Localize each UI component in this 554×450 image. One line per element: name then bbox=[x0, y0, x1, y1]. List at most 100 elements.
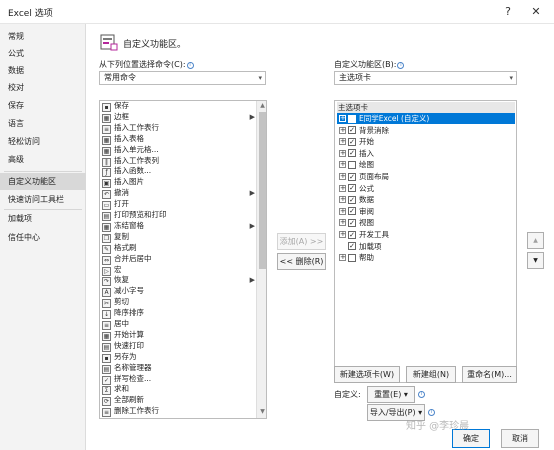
remove-button[interactable]: << 删除(R) bbox=[277, 253, 326, 270]
ribbon-tab-item[interactable]: + ✓ 背景消除 bbox=[337, 125, 515, 136]
new-tab-button[interactable]: 新建选项卡(W) bbox=[334, 366, 400, 383]
expand-icon[interactable]: + bbox=[339, 149, 346, 157]
move-down-button[interactable]: ▼ bbox=[527, 252, 544, 269]
tab-checkbox[interactable]: ✓ bbox=[348, 149, 356, 158]
nav-item-proofing[interactable]: 校对 bbox=[0, 79, 86, 96]
ribbon-tab-item[interactable]: + ✓ 审阅 bbox=[337, 206, 515, 217]
tab-checkbox[interactable] bbox=[348, 160, 356, 169]
rename-button[interactable]: 重命名(M)... bbox=[462, 366, 517, 383]
ribbon-tab-item[interactable]: + ✓ 页面布局 bbox=[337, 171, 515, 182]
tab-checkbox[interactable]: ✓ bbox=[348, 207, 356, 216]
ribbon-tabs-dropdown[interactable]: 主选项卡 ▾ bbox=[334, 71, 517, 85]
ribbon-tree[interactable]: 主选项卡 + E同学Excel (自定义) + ✓ 背景消除 + ✓ 开始 + ✓ 插入 + 绘图 + ✓ 页… bbox=[334, 100, 517, 383]
nav-item-language[interactable]: 语言 bbox=[0, 115, 86, 132]
expand-icon[interactable]: + bbox=[339, 254, 346, 262]
command-item[interactable]: ▦ 插入单元格... bbox=[102, 145, 255, 156]
command-item[interactable]: ▤ 名称管理器 bbox=[102, 363, 255, 374]
help-icon[interactable]: ? bbox=[498, 2, 518, 22]
nav-item-add-ins[interactable]: 加载项 bbox=[0, 210, 86, 227]
nav-item-trust-center[interactable]: 信任中心 bbox=[0, 229, 86, 246]
scroll-down-icon[interactable]: ▼ bbox=[257, 408, 266, 415]
nav-item-general[interactable]: 常规 bbox=[0, 28, 86, 45]
commands-scrollbar[interactable]: ▲ ▼ bbox=[256, 101, 266, 418]
move-up-button[interactable]: ▲ bbox=[527, 232, 544, 249]
nav-item-accessibility[interactable]: 轻松访问 bbox=[0, 133, 86, 150]
command-item[interactable]: Σ 求和 bbox=[102, 384, 255, 396]
expand-icon[interactable]: + bbox=[339, 126, 346, 134]
command-item[interactable]: ▦ 开始计算 bbox=[102, 330, 255, 341]
command-item[interactable]: ▪ 保存 bbox=[102, 101, 255, 112]
command-item[interactable]: ▦ 冻结窗格 ▶ bbox=[102, 221, 255, 232]
ribbon-tab-item[interactable]: + 帮助 bbox=[337, 252, 515, 263]
scroll-up-icon[interactable]: ▲ bbox=[257, 102, 266, 109]
ribbon-tab-item[interactable]: + ✓ 视图 bbox=[337, 217, 515, 228]
command-item[interactable]: ▤ 快速打印 bbox=[102, 341, 255, 352]
ribbon-tab-item[interactable]: + 绘图 bbox=[337, 159, 515, 170]
command-item[interactable]: ⇔ 合并后居中 bbox=[102, 254, 255, 265]
command-item[interactable]: ✂ 剪切 bbox=[102, 297, 255, 309]
ribbon-tab-item[interactable]: + ✓ 插入 bbox=[337, 148, 515, 159]
close-icon[interactable]: ✕ bbox=[526, 2, 546, 22]
command-item[interactable]: ▷ 宏 bbox=[102, 265, 255, 276]
expand-icon[interactable]: + bbox=[339, 219, 346, 227]
ribbon-tab-item[interactable]: + ✓ 公式 bbox=[337, 183, 515, 194]
expand-icon[interactable]: + bbox=[339, 161, 346, 169]
nav-item-formulas[interactable]: 公式 bbox=[0, 45, 86, 62]
commands-list[interactable]: ▪ 保存 ▦ 边框 ▶ ≡ 插入工作表行 ▦ 插入表格 ▦ 插入单元格... ‖ 插入工作表列 ƒ 插入函数… bbox=[99, 100, 267, 419]
ribbon-tab-item[interactable]: + ✓ 数据 bbox=[337, 194, 515, 205]
ribbon-tab-item[interactable]: ✓ 加载项 bbox=[337, 241, 515, 252]
command-item[interactable]: ✎ 格式刷 bbox=[102, 243, 255, 254]
command-item[interactable]: ↶ 撤消 ▶ bbox=[102, 188, 255, 200]
nav-item-quick-access-toolbar[interactable]: 快速访问工具栏 bbox=[0, 191, 86, 208]
add-button[interactable]: 添加(A) >> bbox=[277, 233, 326, 250]
tab-checkbox[interactable]: ✓ bbox=[348, 218, 356, 227]
reset-button[interactable]: 重置(E) ▾ bbox=[367, 386, 415, 403]
tab-checkbox[interactable] bbox=[348, 114, 356, 123]
expand-icon[interactable]: + bbox=[339, 184, 346, 192]
tab-checkbox[interactable]: ✓ bbox=[348, 184, 356, 193]
command-item[interactable]: ≡ 删除工作表行 bbox=[102, 406, 255, 418]
nav-item-customize-ribbon[interactable]: 自定义功能区 bbox=[0, 173, 86, 190]
new-group-button[interactable]: 新建组(N) bbox=[406, 366, 456, 383]
tab-checkbox[interactable]: ✓ bbox=[348, 126, 356, 135]
expand-icon[interactable]: + bbox=[339, 115, 346, 122]
tab-checkbox[interactable]: ✓ bbox=[348, 172, 356, 181]
scrollbar-thumb[interactable] bbox=[259, 112, 266, 269]
command-item[interactable]: ≡ 插入工作表行 bbox=[102, 123, 255, 134]
tab-checkbox[interactable] bbox=[348, 253, 356, 262]
command-item[interactable]: ▤ 打印预览和打印 bbox=[102, 210, 255, 221]
nav-item-advanced[interactable]: 高级 bbox=[0, 151, 86, 168]
command-item[interactable]: ↓ 降序排序 bbox=[102, 308, 255, 320]
expand-icon[interactable]: + bbox=[339, 231, 346, 238]
open-icon: ▭ bbox=[102, 201, 111, 211]
choose-commands-dropdown[interactable]: 常用命令 ▾ bbox=[99, 71, 266, 85]
expand-icon[interactable]: + bbox=[339, 196, 346, 204]
cancel-button[interactable]: 取消 bbox=[501, 429, 539, 448]
tab-checkbox[interactable]: ✓ bbox=[348, 195, 356, 204]
command-item[interactable]: ▭ 打开 bbox=[102, 199, 255, 211]
command-item[interactable]: ‖ 插入工作表列 bbox=[102, 156, 255, 167]
tab-checkbox[interactable]: ✓ bbox=[348, 242, 356, 251]
ribbon-tab-item[interactable]: + E同学Excel (自定义) bbox=[337, 113, 515, 125]
command-item[interactable]: ✓ 拼写检查... bbox=[102, 374, 255, 385]
nav-item-save[interactable]: 保存 bbox=[0, 97, 86, 114]
tab-checkbox[interactable]: ✓ bbox=[348, 230, 356, 239]
expand-icon[interactable]: + bbox=[339, 207, 346, 215]
command-item[interactable]: ▣ 插入图片 bbox=[102, 177, 255, 189]
expand-icon[interactable]: + bbox=[339, 138, 346, 146]
command-item[interactable]: ❐ 复制 bbox=[102, 232, 255, 243]
command-item[interactable]: ƒ 插入函数... bbox=[102, 166, 255, 178]
command-item[interactable]: ▦ 边框 ▶ bbox=[102, 112, 255, 123]
command-item[interactable]: ▦ 插入表格 bbox=[102, 134, 255, 145]
tab-checkbox[interactable]: ✓ bbox=[348, 137, 356, 146]
command-item[interactable]: ⟳ 全部刷新 bbox=[102, 395, 255, 407]
command-item[interactable]: ≡ 居中 bbox=[102, 319, 255, 330]
command-item[interactable]: A 减小字号 bbox=[102, 286, 255, 298]
command-item[interactable]: ↷ 恢复 ▶ bbox=[102, 275, 255, 287]
expand-icon[interactable]: + bbox=[339, 173, 346, 180]
command-item[interactable]: ▪ 另存为 bbox=[102, 352, 255, 363]
ribbon-tab-item[interactable]: + ✓ 开始 bbox=[337, 136, 515, 147]
info-icon: i bbox=[428, 409, 435, 416]
ribbon-tab-item[interactable]: + ✓ 开发工具 bbox=[337, 229, 515, 240]
nav-item-data[interactable]: 数据 bbox=[0, 62, 86, 79]
